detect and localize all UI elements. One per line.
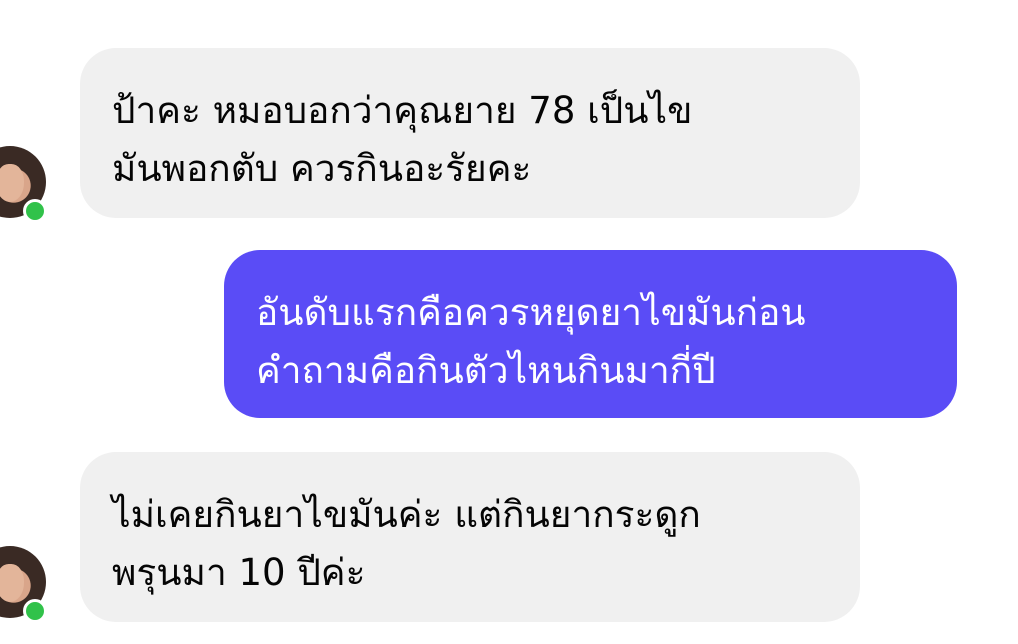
incoming-message-bubble[interactable]: ป้าคะ หมอบอกว่าคุณยาย 78 เป็นไข มันพอกตั… [80, 48, 860, 218]
outgoing-message-bubble[interactable]: อันดับแรกคือควรหยุดยาไขมันก่อน คำถามคือก… [224, 250, 957, 418]
message-text-line: มันพอกตับ ควรกินอะรัยคะ [112, 147, 532, 190]
message-text-line: พรุนมา 10 ปีค่ะ [112, 551, 366, 594]
message-text-line: ป้าคะ หมอบอกว่าคุณยาย 78 เป็นไข [112, 89, 693, 132]
message-text-line: ไม่เคยกินยาไขมันค่ะ แต่กินยากระดูก [112, 493, 701, 536]
message-text-line: อันดับแรกคือควรหยุดยาไขมันก่อน [256, 291, 806, 334]
message-text-line: คำถามคือกินตัวไหนกินมากี่ปี [256, 349, 716, 392]
chat-thread: ป้าคะ หมอบอกว่าคุณยาย 78 เป็นไข มันพอกตั… [0, 0, 1018, 644]
online-status-icon [23, 599, 47, 623]
sender-avatar[interactable] [0, 546, 47, 623]
online-status-icon [23, 199, 47, 223]
sender-avatar[interactable] [0, 146, 47, 223]
incoming-message-bubble[interactable]: ไม่เคยกินยาไขมันค่ะ แต่กินยากระดูก พรุนม… [80, 452, 860, 622]
